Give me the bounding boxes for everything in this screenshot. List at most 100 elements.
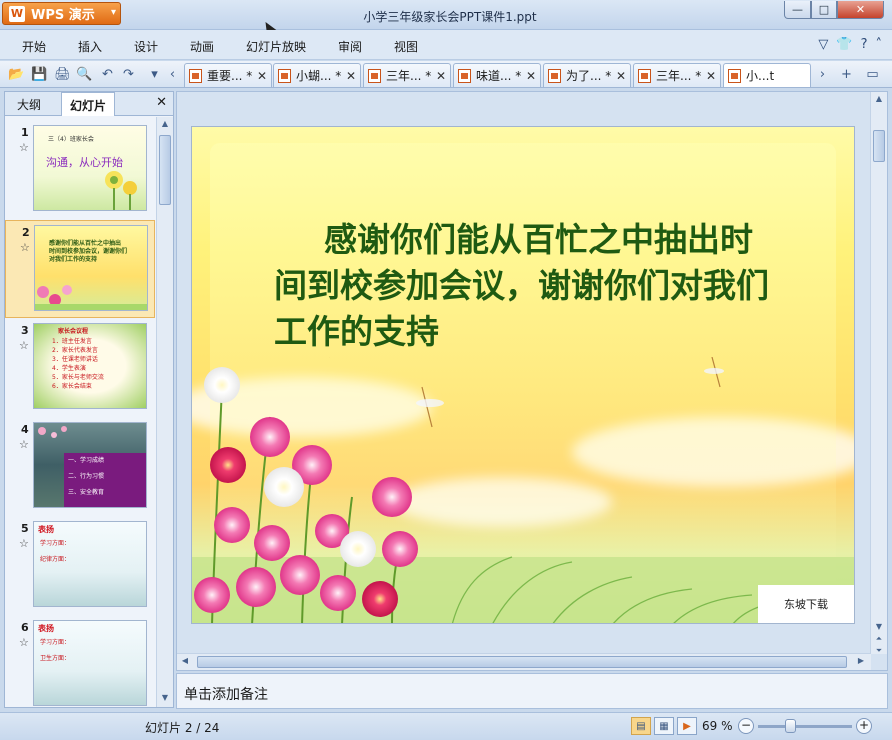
menu-animation[interactable]: 动画 (190, 38, 214, 55)
slide-title-text[interactable]: 感谢你们能从百忙之中抽出时间到校参加会议，谢谢你们对我们工作的支持 (274, 217, 784, 355)
slide-thumbnail-1[interactable]: 1 ☆ 三（4）班家长会 沟通，从心开始 (5, 121, 155, 219)
doc-tab[interactable]: 三年... * ✕ (363, 63, 451, 87)
slide-thumbnail-4[interactable]: 4 ☆ 一、学习成绩 二、行为习惯 三、安全教育 (5, 418, 155, 516)
close-panel-icon[interactable]: ✕ (156, 95, 167, 110)
zoom-out-button[interactable]: − (738, 718, 754, 734)
print-icon[interactable]: 🖨 (54, 66, 71, 83)
panel-scrollbar[interactable]: ▲ ▼ (156, 117, 173, 707)
slide-thumbnail-6[interactable]: 6 ☆ 表扬 学习方面： 卫生方面： (5, 616, 155, 707)
zoom-slider-track[interactable] (758, 725, 852, 728)
close-tab-icon[interactable]: ✕ (346, 69, 356, 83)
tab-outline[interactable]: 大纲 (17, 96, 41, 113)
thumbnail-text: 感谢你们能从百忙之中抽出 (49, 240, 122, 247)
thumbnail-number: 1 (21, 126, 29, 139)
slide-sorter-view-button[interactable]: ▦ (654, 717, 674, 735)
shirt-skin-icon[interactable]: 👕 (836, 37, 852, 52)
minimize-button[interactable]: — (784, 1, 811, 19)
open-folder-icon[interactable]: 📂 (8, 66, 25, 83)
thumbnail-number: 2 (22, 226, 30, 239)
zoom-in-button[interactable]: + (856, 718, 872, 734)
close-tab-icon[interactable]: ✕ (706, 69, 716, 83)
menu-home[interactable]: 开始 (22, 38, 46, 55)
slide-vertical-scrollbar[interactable]: ▲ ▼ ⏶ ⏷ (870, 92, 887, 655)
redo-icon[interactable]: ↷ (120, 66, 137, 83)
flower-meadow-illustration (192, 357, 854, 623)
thumbnail-text: 表扬 (38, 624, 54, 633)
scroll-down-icon[interactable]: ▼ (873, 622, 885, 634)
help-icon[interactable]: ? (861, 37, 868, 52)
tab-scroll-right-icon[interactable]: › (814, 66, 831, 83)
next-slide-icon[interactable]: ⏷ (873, 646, 885, 658)
doc-tab-label: 为了... * (566, 69, 612, 83)
doc-tab[interactable]: 重要... * ✕ (184, 63, 272, 87)
menu-review[interactable]: 审阅 (338, 38, 362, 55)
thumbnail-text: 表扬 (38, 525, 54, 534)
slide-horizontal-scrollbar[interactable]: ◀ ▶ (177, 653, 871, 670)
scroll-right-icon[interactable]: ▶ (855, 656, 867, 668)
thumbnail-text: 2．家长代表发言 (52, 347, 98, 354)
doc-tab-label: 三年... * (656, 69, 702, 83)
thumbnail-text: 一、学习成绩 (68, 457, 105, 464)
slideshow-view-button[interactable]: ▶ (677, 717, 697, 735)
zoom-level: 69 % (702, 719, 733, 733)
wps-app-menu-button[interactable]: W WPS 演示 ▾ (2, 2, 121, 25)
doc-tab-label: 小...t (746, 69, 775, 83)
previous-slide-icon[interactable]: ⏶ (873, 634, 885, 646)
normal-view-button[interactable]: ▤ (631, 717, 651, 735)
scroll-down-icon[interactable]: ▼ (159, 693, 171, 705)
animation-star-icon: ☆ (19, 438, 29, 451)
slide-thumbnail-5[interactable]: 5 ☆ 表扬 学习方面： 纪律方面： (5, 517, 155, 615)
close-window-button[interactable]: ✕ (837, 1, 884, 19)
thumbnail-image: 家长会议程 1．班主任发言 2．家长代表发言 3．任课老师讲话 4．学生表演 5… (33, 323, 147, 409)
undo-icon[interactable]: ↶ (99, 66, 116, 83)
doc-tab-label: 味道... * (476, 69, 522, 83)
scroll-up-icon[interactable]: ▲ (873, 94, 885, 106)
maximize-button[interactable]: □ (811, 1, 837, 19)
tab-list-icon[interactable]: ▭ (864, 66, 881, 83)
close-tab-icon[interactable]: ✕ (436, 69, 446, 83)
doc-tab-label: 小蝴... * (296, 69, 342, 83)
close-tab-icon[interactable]: ✕ (616, 69, 626, 83)
ppt-file-icon (278, 68, 291, 83)
scroll-left-icon[interactable]: ◀ (179, 656, 191, 668)
tab-scroll-left-icon[interactable]: ‹ (164, 66, 181, 83)
doc-tab-active[interactable]: 小...t (723, 63, 811, 87)
slide-scroll-thumb[interactable] (873, 130, 885, 162)
blossom-branch-icon (38, 426, 67, 438)
horizontal-scroll-thumb[interactable] (197, 656, 847, 668)
doc-tab[interactable]: 味道... * ✕ (453, 63, 541, 87)
menu-view[interactable]: 视图 (394, 38, 418, 55)
thumbnail-list: 1 ☆ 三（4）班家长会 沟通，从心开始 2 ☆ 感谢你们能从百忙之中抽出 时间… (5, 117, 155, 707)
close-tab-icon[interactable]: ✕ (257, 69, 267, 83)
menu-slideshow[interactable]: 幻灯片放映 (246, 38, 306, 55)
doc-tab[interactable]: 小蝴... * ✕ (273, 63, 361, 87)
customize-toolbar-icon[interactable]: ▾ (146, 66, 163, 83)
menu-insert[interactable]: 插入 (78, 38, 102, 55)
menu-design[interactable]: 设计 (134, 38, 158, 55)
save-icon[interactable]: 💾 (31, 66, 48, 83)
panel-scroll-thumb[interactable] (159, 135, 171, 205)
menu-right-tools: ▽ 👕 ? ˄ (818, 37, 882, 52)
tab-slides[interactable]: 幻灯片 (61, 92, 116, 116)
print-preview-icon[interactable]: 🔍 (76, 66, 93, 83)
flower-illustration-icon (105, 171, 137, 210)
slide-thumbnail-2[interactable]: 2 ☆ 感谢你们能从百忙之中抽出 时间到校参加会议，谢谢你们 对我们工作的支持 (5, 220, 155, 318)
notes-pane[interactable]: 单击添加备注 (176, 673, 888, 709)
slide-thumbnail-3[interactable]: 3 ☆ 家长会议程 1．班主任发言 2．家长代表发言 3．任课老师讲话 4．学生… (5, 319, 155, 417)
doc-tab[interactable]: 三年... * ✕ (633, 63, 721, 87)
thumbnail-text: 二、行为习惯 (68, 473, 105, 480)
scroll-up-icon[interactable]: ▲ (159, 119, 171, 131)
zoom-slider-thumb[interactable] (785, 719, 796, 733)
close-tab-icon[interactable]: ✕ (526, 69, 536, 83)
wps-logo-icon: W (9, 5, 25, 22)
dropdown-icon[interactable]: ▽ (818, 37, 828, 52)
ppt-file-icon (638, 68, 651, 83)
thumbnail-text: 三（4）班家长会 (48, 136, 94, 143)
doc-tab[interactable]: 为了... * ✕ (543, 63, 631, 87)
thumbnail-image: 三（4）班家长会 沟通，从心开始 (33, 125, 147, 211)
thumbnail-text: 时间到校参加会议，谢谢你们 (49, 248, 128, 255)
title-bar: W WPS 演示 ▾ 小学三年级家长会PPT课件1.ppt — □ ✕ (0, 0, 892, 38)
current-slide[interactable]: 感谢你们能从百忙之中抽出时间到校参加会议，谢谢你们对我们工作的支持 东坡下载 (191, 126, 855, 624)
caret-icon[interactable]: ˄ (876, 37, 883, 52)
new-tab-icon[interactable]: + (838, 66, 855, 83)
